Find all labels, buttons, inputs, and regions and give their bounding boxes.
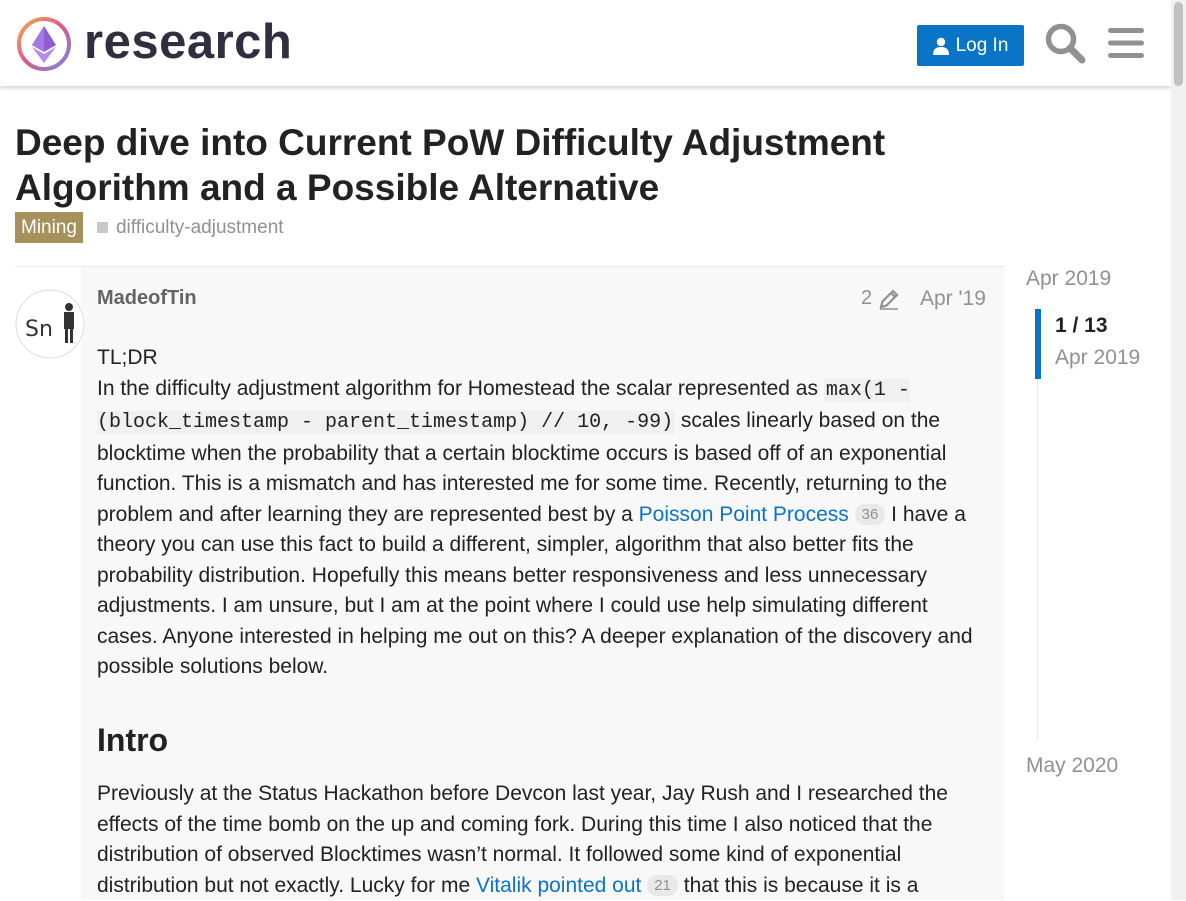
topic-tags: Mining difficulty-adjustment (15, 212, 284, 243)
section-heading-intro: Intro (97, 722, 169, 758)
edit-count: 2 (861, 287, 873, 309)
poisson-point-process-link[interactable]: Poisson Point Process (639, 503, 849, 526)
site-logo-text[interactable]: research (84, 14, 292, 70)
login-button[interactable]: Log In (917, 25, 1024, 66)
timeline-start-date[interactable]: Apr 2019 (1026, 267, 1111, 291)
page-scrollbar[interactable] (1171, 0, 1186, 900)
topic-title[interactable]: Deep dive into Current PoW Difficulty Ad… (15, 120, 975, 210)
post-paragraph: In the difficulty adjustment algorithm f… (97, 376, 973, 678)
hamburger-menu-icon[interactable] (1106, 24, 1146, 62)
pencil-icon (879, 288, 899, 310)
link-click-count: 36 (854, 503, 886, 525)
site-header: research Log In (0, 0, 1171, 86)
post-content: TL;DR In the difficulty adjustment algor… (97, 343, 992, 683)
scrollbar-thumb[interactable] (1174, 2, 1183, 86)
post-date[interactable]: Apr '19 (920, 287, 986, 311)
ethereum-research-logo-icon[interactable] (16, 16, 72, 72)
tag-square-icon (96, 222, 108, 233)
search-icon[interactable] (1044, 22, 1086, 64)
timeline-current-date: Apr 2019 (1055, 346, 1141, 369)
avatar[interactable]: Sn (15, 289, 85, 359)
svg-text:Sn: Sn (25, 317, 53, 342)
post-author[interactable]: MadeofTin (97, 287, 197, 310)
intro-paragraph: Previously at the Status Hackathon befor… (97, 782, 948, 897)
category-badge-mining[interactable]: Mining (15, 212, 83, 243)
tag-label: difficulty-adjustment (115, 216, 284, 238)
timeline-end-date[interactable]: May 2020 (1026, 754, 1118, 778)
link-click-count: 21 (647, 874, 678, 896)
vitalik-pointed-out-link[interactable]: Vitalik pointed out (476, 874, 641, 897)
edit-history-button[interactable]: 2 (861, 287, 900, 310)
user-icon (932, 37, 949, 55)
tag-difficulty-adjustment[interactable]: difficulty-adjustment (96, 216, 284, 239)
tldr-label: TL;DR (97, 346, 158, 369)
timeline-scroll-handle[interactable] (1035, 309, 1041, 379)
timeline-post-position: 1 / 13 (1055, 314, 1108, 337)
login-label: Log In (955, 34, 1009, 56)
